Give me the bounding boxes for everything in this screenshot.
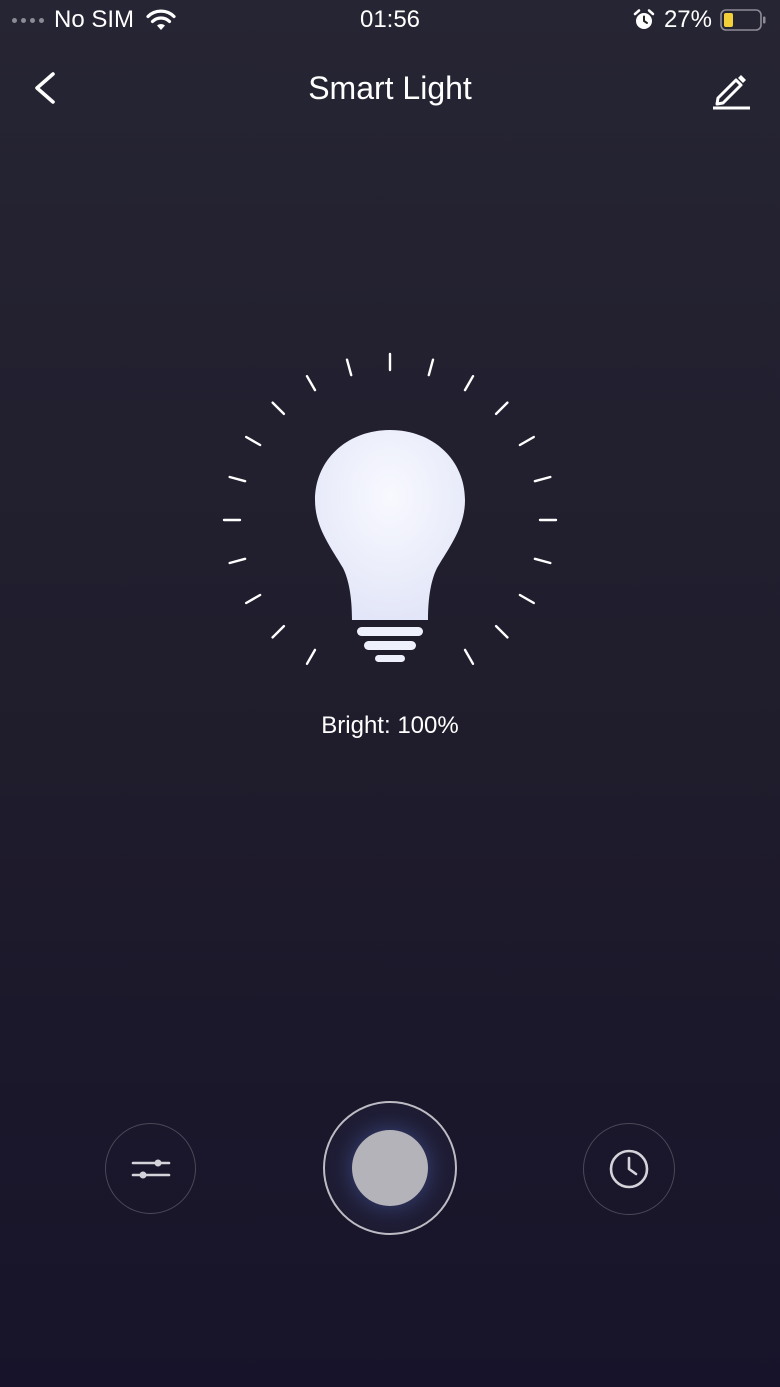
clock-icon — [609, 1149, 649, 1189]
brightness-tick — [271, 624, 286, 639]
battery-icon — [720, 9, 766, 31]
brightness-tick — [305, 375, 317, 392]
light-bulb-display[interactable] — [210, 350, 570, 680]
brightness-tick — [245, 435, 262, 447]
status-bar: No SIM 01:56 27% — [0, 0, 780, 42]
light-bulb-icon — [315, 430, 465, 620]
sliders-icon — [131, 1159, 170, 1178]
brightness-tick — [228, 475, 247, 483]
bulb-base-ring-3 — [375, 655, 405, 662]
brightness-tick — [463, 648, 475, 665]
brightness-tick — [518, 435, 535, 447]
alarm-icon — [633, 9, 655, 29]
brightness-tick — [533, 475, 552, 483]
brightness-tick — [305, 648, 317, 665]
brightness-tick — [463, 375, 475, 392]
power-toggle-button[interactable] — [323, 1101, 457, 1235]
timer-button[interactable] — [583, 1123, 675, 1215]
light-bulb-svg — [222, 352, 558, 665]
brightness-tick — [494, 401, 509, 416]
bulb-base-ring-2 — [364, 641, 416, 650]
battery-fill — [724, 13, 733, 27]
brightness-tick — [427, 358, 435, 377]
nav-bar: Smart Light — [0, 56, 780, 122]
brightness-tick — [345, 358, 353, 377]
brightness-tick — [518, 593, 535, 605]
bulb-base-ring-1 — [357, 627, 423, 636]
brightness-tick — [494, 624, 509, 639]
brightness-tick — [245, 593, 262, 605]
power-toggle-knob — [352, 1130, 428, 1206]
brightness-tick — [228, 557, 247, 565]
pencil-icon — [713, 75, 750, 110]
brightness-tick — [271, 401, 286, 416]
status-right: 27% — [632, 6, 766, 34]
settings-button[interactable] — [105, 1123, 196, 1214]
edit-button[interactable] — [710, 68, 752, 110]
page-title: Smart Light — [308, 70, 472, 106]
brightness-tick — [533, 557, 552, 565]
battery-percent: 27% — [663, 6, 712, 33]
brightness-readout: Bright: 100% — [321, 712, 459, 739]
